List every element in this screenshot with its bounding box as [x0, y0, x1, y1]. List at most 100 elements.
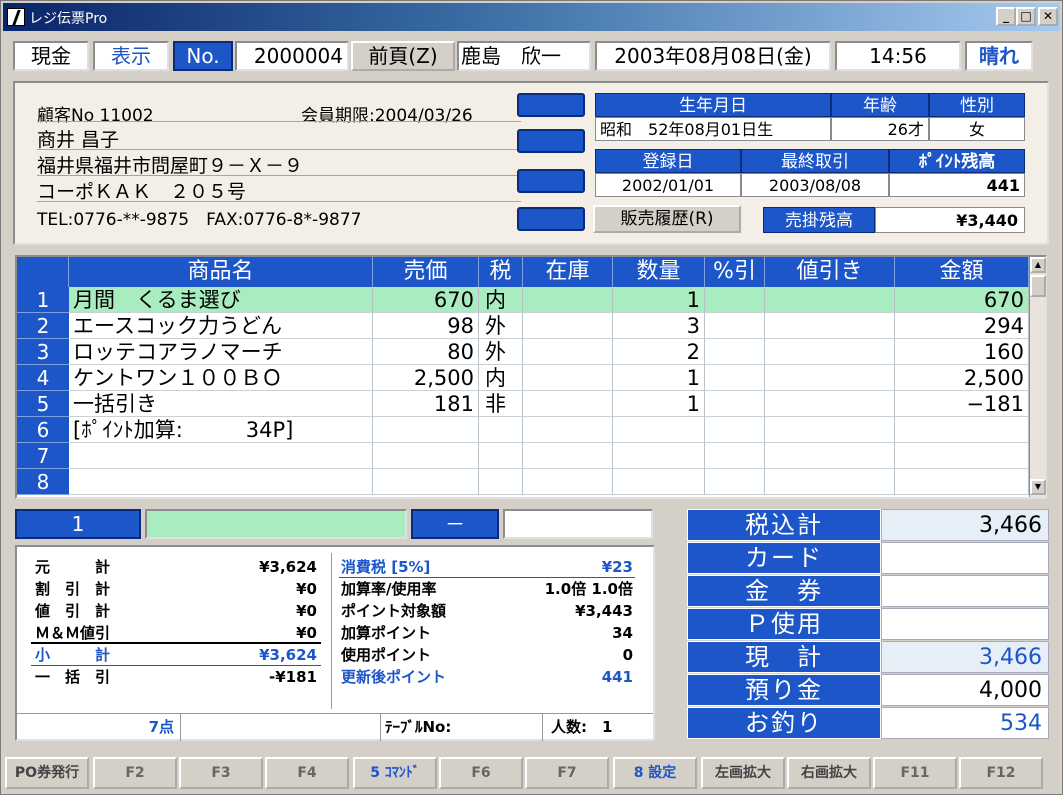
sales-history-button[interactable]: 販売履歴(R) — [593, 205, 741, 233]
fkey-10[interactable]: 右画拡大 — [787, 757, 871, 789]
cell-tax[interactable]: 内 — [479, 365, 523, 391]
customer-action-button-4[interactable] — [517, 207, 585, 231]
cell-disc[interactable] — [765, 417, 895, 443]
minimize-button[interactable]: _ — [996, 7, 1016, 26]
col-header-discount[interactable]: 値引き — [765, 257, 895, 287]
maximize-button[interactable]: □ — [1016, 7, 1036, 26]
customer-action-button-1[interactable] — [517, 93, 585, 117]
fkey-5[interactable]: 5 ｺﾏﾝﾄﾞ — [353, 757, 437, 789]
col-header-price[interactable]: 売価 — [373, 257, 479, 287]
col-header-stock[interactable]: 在庫 — [523, 257, 613, 287]
cell-stock[interactable] — [523, 417, 613, 443]
cell-amount[interactable]: 294 — [895, 313, 1029, 339]
col-header-tax[interactable]: 税 — [479, 257, 523, 287]
fkey-12[interactable]: F12 — [959, 757, 1043, 789]
cell-name[interactable] — [69, 469, 373, 495]
fkey-9[interactable]: 左画拡大 — [701, 757, 785, 789]
cell-disc[interactable] — [765, 313, 895, 339]
scroll-up-icon[interactable]: ▲ — [1030, 257, 1046, 273]
cell-disc[interactable] — [765, 339, 895, 365]
col-header-amount[interactable]: 金額 — [895, 257, 1029, 287]
value-input[interactable] — [503, 509, 653, 539]
cell-tax[interactable]: 外 — [479, 313, 523, 339]
cell-stock[interactable] — [523, 443, 613, 469]
cell-amount[interactable] — [895, 469, 1029, 495]
voucher-value[interactable] — [881, 575, 1049, 607]
customer-action-button-2[interactable] — [517, 129, 585, 153]
cell-pct[interactable] — [705, 391, 765, 417]
cell-amount[interactable]: −181 — [895, 391, 1029, 417]
cell-qty[interactable]: 1 — [613, 365, 705, 391]
cash-total-value[interactable]: 3,466 — [881, 641, 1049, 673]
cell-stock[interactable] — [523, 287, 613, 313]
scroll-thumb[interactable] — [1030, 275, 1046, 297]
cell-pct[interactable] — [705, 365, 765, 391]
cell-stock[interactable] — [523, 469, 613, 495]
cell-pct[interactable] — [705, 443, 765, 469]
table-row[interactable]: 3 ロッテコアラノマーチ 80 外 2 160 — [17, 339, 1029, 365]
table-row[interactable]: 5 一括引き 181 非 1 −181 — [17, 391, 1029, 417]
cell-price[interactable] — [373, 443, 479, 469]
people-field[interactable]: 人数: 1 — [543, 713, 653, 741]
received-value[interactable]: 4,000 — [881, 674, 1049, 706]
prev-page-button[interactable]: 前頁(Z) — [351, 41, 455, 71]
table-row[interactable]: 7 — [17, 443, 1029, 469]
cell-tax[interactable] — [479, 417, 523, 443]
grid-scrollbar[interactable]: ▲ ▼ — [1029, 257, 1046, 497]
cell-pct[interactable] — [705, 417, 765, 443]
cell-amount[interactable]: 2,500 — [895, 365, 1029, 391]
cell-pct[interactable] — [705, 287, 765, 313]
cell-amount[interactable] — [895, 417, 1029, 443]
table-no-label[interactable]: ﾃｰﾌﾞﾙNo: — [381, 713, 543, 741]
total-incl-tax-value[interactable]: 3,466 — [881, 509, 1049, 541]
fkey-2[interactable]: F2 — [93, 757, 177, 789]
cell-price[interactable]: 670 — [373, 287, 479, 313]
sign-toggle[interactable]: － — [411, 509, 499, 539]
col-header-qty[interactable]: 数量 — [613, 257, 705, 287]
fkey-11[interactable]: F11 — [873, 757, 957, 789]
cell-pct[interactable] — [705, 339, 765, 365]
table-row[interactable]: 6 [ﾎﾟｲﾝﾄ加算: 34P] — [17, 417, 1029, 443]
cell-name[interactable]: エースコック力うどん — [69, 313, 373, 339]
slip-no-field[interactable]: 2000004 — [235, 41, 349, 71]
cell-name[interactable]: 月間 くるま選び — [69, 287, 373, 313]
cell-price[interactable]: 2,500 — [373, 365, 479, 391]
cell-qty[interactable] — [613, 469, 705, 495]
customer-action-button-3[interactable] — [517, 169, 585, 193]
fkey-4[interactable]: F4 — [265, 757, 349, 789]
table-row[interactable]: 2 エースコック力うどん 98 外 3 294 — [17, 313, 1029, 339]
cell-qty[interactable] — [613, 417, 705, 443]
cell-amount[interactable]: 160 — [895, 339, 1029, 365]
cell-name[interactable]: ケントワン１００ＢＯ — [69, 365, 373, 391]
cell-name[interactable]: [ﾎﾟｲﾝﾄ加算: 34P] — [69, 417, 373, 443]
payment-type[interactable]: 現金 — [13, 41, 89, 71]
cell-qty[interactable]: 3 — [613, 313, 705, 339]
table-row[interactable]: 1 月間 くるま選び 670 内 1 670 — [17, 287, 1029, 313]
cell-tax[interactable]: 内 — [479, 287, 523, 313]
cell-stock[interactable] — [523, 339, 613, 365]
product-code-input[interactable] — [145, 509, 407, 539]
cell-disc[interactable] — [765, 443, 895, 469]
cell-tax[interactable]: 外 — [479, 339, 523, 365]
cell-price[interactable]: 98 — [373, 313, 479, 339]
cell-stock[interactable] — [523, 313, 613, 339]
cell-qty[interactable]: 1 — [613, 287, 705, 313]
cell-name[interactable] — [69, 443, 373, 469]
col-header-pct[interactable]: %引 — [705, 257, 765, 287]
cell-amount[interactable]: 670 — [895, 287, 1029, 313]
cell-disc[interactable] — [765, 469, 895, 495]
table-row[interactable]: 4 ケントワン１００ＢＯ 2,500 内 1 2,500 — [17, 365, 1029, 391]
col-header-name[interactable]: 商品名 — [69, 257, 373, 287]
card-value[interactable] — [881, 542, 1049, 574]
cell-pct[interactable] — [705, 313, 765, 339]
fkey-6[interactable]: F6 — [439, 757, 523, 789]
cell-name[interactable]: ロッテコアラノマーチ — [69, 339, 373, 365]
table-row[interactable]: 8 — [17, 469, 1029, 495]
cell-price[interactable] — [373, 469, 479, 495]
cell-tax[interactable]: 非 — [479, 391, 523, 417]
cell-tax[interactable] — [479, 443, 523, 469]
cell-price[interactable] — [373, 417, 479, 443]
cell-stock[interactable] — [523, 365, 613, 391]
cell-disc[interactable] — [765, 287, 895, 313]
fkey-8[interactable]: 8 設定 — [613, 757, 697, 789]
